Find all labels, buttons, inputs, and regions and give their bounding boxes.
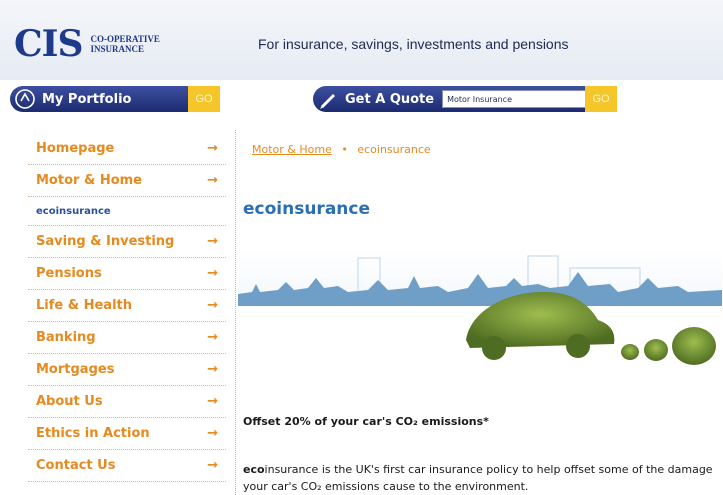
arrow-right-icon: →: [207, 426, 218, 441]
sidebar-item-banking[interactable]: Banking →: [28, 322, 226, 354]
sidebar-item-life-health[interactable]: Life & Health →: [28, 290, 226, 322]
sidebar-menu: Homepage → Motor & Home → ecoinsurance S…: [28, 133, 226, 482]
sidebar-item-mortgages[interactable]: Mortgages →: [28, 354, 226, 386]
sidebar-item-pensions[interactable]: Pensions →: [28, 258, 226, 290]
offset-heading: Offset 20% of your car's CO₂ emissions*: [243, 415, 489, 428]
quote-type-value: Motor Insurance: [447, 94, 513, 104]
pen-icon: [320, 94, 335, 109]
sidebar-item-motor-home[interactable]: Motor & Home →: [28, 165, 226, 197]
get-quote-bar: Get A Quote Motor Insurance ▼ GO: [313, 86, 617, 112]
arrow-right-icon: →: [207, 266, 218, 281]
sidebar-item-label: Mortgages: [36, 362, 115, 377]
sidebar-item-label: Banking: [36, 330, 96, 345]
sidebar-item-label: Contact Us: [36, 458, 116, 473]
breadcrumb-link-motor-home[interactable]: Motor & Home: [252, 143, 332, 156]
sidebar-item-label: Pensions: [36, 266, 102, 281]
get-quote-label: Get A Quote: [345, 91, 435, 107]
arrow-right-icon: →: [207, 141, 218, 156]
arrow-right-icon: →: [207, 330, 218, 345]
sidebar-item-label: About Us: [36, 394, 103, 409]
portfolio-go-button[interactable]: GO: [188, 86, 220, 112]
logo-subtitle: CO-OPERATIVE INSURANCE: [91, 34, 181, 54]
quote-type-select[interactable]: Motor Insurance ▼: [442, 90, 603, 108]
top-nav: My Portfolio GO Get A Quote Motor Insura…: [0, 80, 723, 120]
site-header: CIS CO-OPERATIVE INSURANCE For insurance…: [0, 0, 723, 80]
sidebar-item-homepage[interactable]: Homepage →: [28, 133, 226, 165]
intro-text: insurance is the UK's first car insuranc…: [243, 463, 713, 493]
sidebar-item-label: Life & Health: [36, 298, 132, 313]
breadcrumb: Motor & Home • ecoinsurance: [252, 143, 431, 156]
sidebar-item-ecoinsurance[interactable]: ecoinsurance: [28, 197, 226, 226]
my-portfolio-bar[interactable]: My Portfolio GO: [10, 86, 220, 112]
intro-paragraph: ecoinsurance is the UK's first car insur…: [243, 461, 721, 495]
sidebar-item-ethics-in-action[interactable]: Ethics in Action →: [28, 418, 226, 450]
header-tagline: For insurance, savings, investments and …: [258, 36, 569, 52]
arrow-right-icon: →: [207, 298, 218, 313]
arrow-right-icon: →: [207, 173, 218, 188]
column-divider: [235, 130, 236, 495]
arrow-right-icon: →: [207, 458, 218, 473]
breadcrumb-separator: •: [341, 143, 348, 156]
cis-logo[interactable]: CIS CO-OPERATIVE INSURANCE: [14, 22, 181, 66]
quote-go-button[interactable]: GO: [585, 86, 617, 112]
breadcrumb-current: ecoinsurance: [357, 143, 431, 156]
logo-mark: CIS: [14, 23, 83, 65]
logo-sub-line2: INSURANCE: [90, 44, 145, 54]
sidebar-item-label: Motor & Home: [36, 173, 142, 188]
sidebar-item-saving-investing[interactable]: Saving & Investing →: [28, 226, 226, 258]
arrow-right-icon: →: [207, 234, 218, 249]
my-portfolio-label: My Portfolio: [42, 91, 132, 107]
page-title: ecoinsurance: [243, 199, 371, 219]
arrow-right-icon: →: [207, 362, 218, 377]
sidebar-item-label: Ethics in Action: [36, 426, 150, 441]
hero-banner-image: [238, 248, 722, 380]
sidebar-item-contact-us[interactable]: Contact Us →: [28, 450, 226, 482]
sidebar-item-label: Saving & Investing: [36, 234, 175, 249]
sidebar-item-label: ecoinsurance: [36, 205, 111, 217]
portfolio-icon: [15, 89, 35, 109]
sidebar-item-about-us[interactable]: About Us →: [28, 386, 226, 418]
logo-sub-line1: CO-OPERATIVE: [90, 34, 160, 44]
sidebar-item-label: Homepage: [36, 141, 115, 156]
arrow-right-icon: →: [207, 394, 218, 409]
intro-eco-prefix: eco: [243, 463, 265, 476]
